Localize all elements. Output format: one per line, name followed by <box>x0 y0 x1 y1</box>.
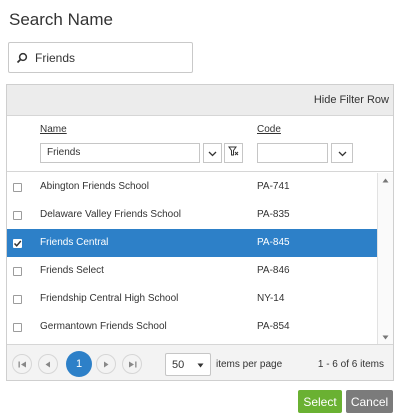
first-page-icon <box>18 361 26 367</box>
table-row[interactable]: Friends Select PA-846 <box>7 257 378 285</box>
name-filter-clear-button[interactable] <box>224 143 243 163</box>
grid-scrollbar[interactable] <box>377 173 393 344</box>
table-row[interactable]: Abington Friends School PA-741 <box>7 173 378 201</box>
row-checkbox-checked[interactable] <box>13 239 22 248</box>
table-row[interactable]: Friendship Central High School NY-14 <box>7 285 378 313</box>
row-checkbox[interactable] <box>13 323 22 332</box>
code-filter-operator-dropdown[interactable] <box>331 143 353 163</box>
row-checkbox[interactable] <box>13 211 22 220</box>
current-page-button[interactable]: 1 <box>66 351 92 377</box>
hide-filter-row-button[interactable]: Hide Filter Row <box>314 94 389 106</box>
items-per-page-label: items per page <box>216 359 283 370</box>
search-input-box[interactable] <box>8 42 193 73</box>
name-filter-input[interactable]: Friends <box>40 143 200 163</box>
row-code: PA-854 <box>257 321 290 332</box>
grid-rows: Abington Friends School PA-741 Delaware … <box>7 173 378 341</box>
grid-pager: 1 50 items per page 1 - 6 of 6 items <box>7 344 393 380</box>
clear-filter-icon <box>228 144 239 162</box>
previous-page-button[interactable] <box>38 354 58 374</box>
row-name: Friends Select <box>40 265 104 276</box>
table-row[interactable]: Delaware Valley Friends School PA-835 <box>7 201 378 229</box>
row-name: Delaware Valley Friends School <box>40 209 181 220</box>
row-checkbox[interactable] <box>13 267 22 276</box>
name-filter-operator-dropdown[interactable] <box>203 143 222 163</box>
table-row-selected[interactable]: Friends Central PA-845 <box>7 229 378 257</box>
row-name: Friends Central <box>40 237 109 248</box>
pager-info: 1 - 6 of 6 items <box>317 359 384 370</box>
table-row[interactable]: Germantown Friends School PA-854 <box>7 313 378 341</box>
page-title: Search Name <box>9 10 113 29</box>
chevron-down-icon <box>338 144 347 162</box>
last-page-icon <box>128 361 136 367</box>
row-name: Abington Friends School <box>40 181 149 192</box>
grid-toolbar: Hide Filter Row <box>7 85 393 116</box>
previous-page-icon <box>45 361 50 367</box>
scroll-up-arrow-icon[interactable] <box>378 173 393 187</box>
last-page-button[interactable] <box>122 354 142 374</box>
row-name: Germantown Friends School <box>40 321 167 332</box>
search-input[interactable] <box>35 50 185 65</box>
page-size-select[interactable]: 50 <box>165 353 211 376</box>
checkmark-icon <box>13 240 22 247</box>
row-code: PA-845 <box>257 237 290 248</box>
code-filter-input[interactable] <box>257 143 328 163</box>
next-page-button[interactable] <box>96 354 116 374</box>
search-icon <box>9 52 35 64</box>
results-grid: Hide Filter Row Name Code Friends Abingt… <box>6 84 394 381</box>
caret-down-icon <box>197 359 204 371</box>
next-page-icon <box>104 361 109 367</box>
chevron-down-icon <box>208 144 217 162</box>
row-code: PA-741 <box>257 181 290 192</box>
page-size-value: 50 <box>172 358 185 371</box>
column-header-name[interactable]: Name <box>40 124 67 135</box>
row-code: NY-14 <box>257 293 285 304</box>
first-page-button[interactable] <box>12 354 32 374</box>
row-code: PA-846 <box>257 265 290 276</box>
row-name: Friendship Central High School <box>40 293 179 304</box>
row-checkbox[interactable] <box>13 295 22 304</box>
cancel-button[interactable]: Cancel <box>346 390 393 413</box>
grid-header: Name Code Friends <box>7 116 393 172</box>
scroll-down-arrow-icon[interactable] <box>378 330 393 344</box>
column-header-code[interactable]: Code <box>257 124 281 135</box>
select-button[interactable]: Select <box>298 390 342 413</box>
row-checkbox[interactable] <box>13 183 22 192</box>
row-code: PA-835 <box>257 209 290 220</box>
